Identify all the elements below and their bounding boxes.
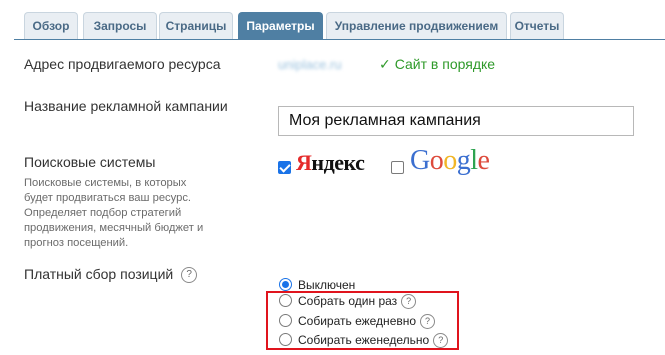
tab-bar: Обзор Запросы Страницы Параметры Управле… bbox=[0, 0, 665, 40]
tab-parameters[interactable]: Параметры bbox=[238, 12, 323, 40]
google-checkbox[interactable] bbox=[391, 161, 404, 174]
site-status-text: Сайт в порядке bbox=[394, 56, 496, 72]
search-engines-hint: Поисковые системы, в которых будет продв… bbox=[24, 177, 204, 249]
paid-positions-label-text: Платный сбор позиций bbox=[24, 266, 174, 282]
question-icon[interactable]: ? bbox=[181, 267, 198, 284]
yandex-checkbox[interactable] bbox=[278, 161, 291, 174]
google-logo: Google bbox=[410, 145, 490, 176]
site-url: uniplace.ru bbox=[278, 57, 342, 72]
yandex-logo: Яндекс bbox=[296, 150, 365, 175]
check-icon: ✓ bbox=[379, 56, 391, 72]
site-status: ✓ Сайт в порядке bbox=[379, 56, 495, 73]
tab-overview[interactable]: Обзор bbox=[24, 12, 78, 40]
tab-reports[interactable]: Отчеты bbox=[510, 12, 564, 40]
tab-queries[interactable]: Запросы bbox=[83, 12, 157, 40]
tab-pages[interactable]: Страницы bbox=[159, 12, 233, 40]
radio-button[interactable] bbox=[279, 278, 292, 292]
site-address-label: Адрес продвигаемого ресурса bbox=[24, 56, 221, 72]
search-engines-label: Поисковые системы bbox=[24, 154, 156, 170]
paid-positions-label: Платный сбор позиций ? bbox=[24, 266, 198, 284]
tab-promotion-management[interactable]: Управление продвижением bbox=[326, 12, 507, 40]
campaign-name-input[interactable] bbox=[278, 106, 634, 136]
highlight-box bbox=[266, 291, 459, 350]
radio-label: Выключен bbox=[298, 278, 356, 292]
campaign-name-label: Название рекламной кампании bbox=[24, 98, 228, 114]
